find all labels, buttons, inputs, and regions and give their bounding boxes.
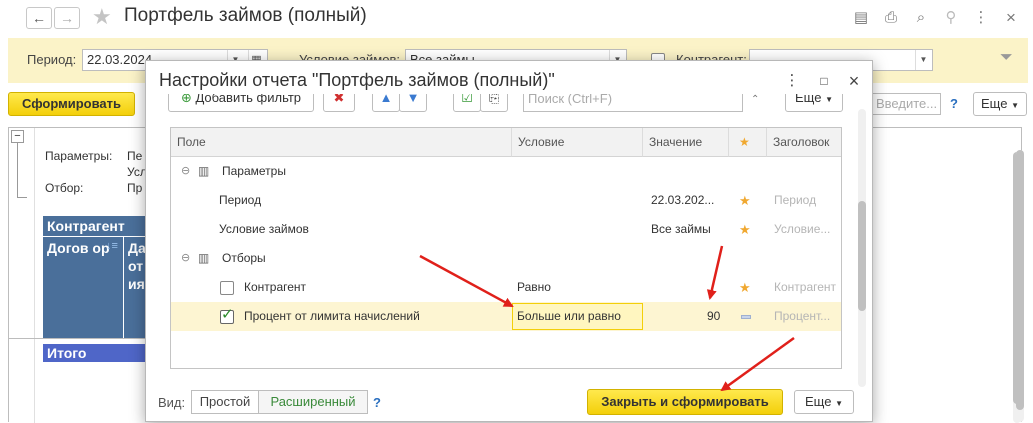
arrow-to-value bbox=[706, 245, 724, 300]
arrow-to-close-button bbox=[720, 336, 795, 392]
annotation-arrows bbox=[419, 245, 795, 392]
arrow-to-condition bbox=[419, 254, 514, 308]
